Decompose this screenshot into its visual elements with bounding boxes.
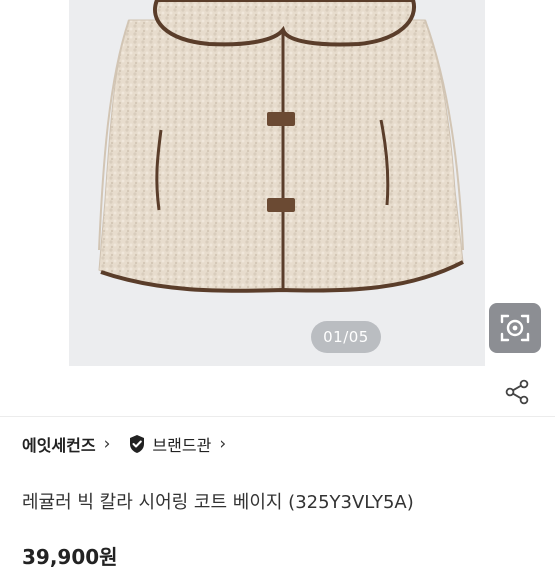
product-price: 39,900원 (22, 545, 118, 569)
product-photo (98, 0, 464, 293)
brand-store-label: 브랜드관 (152, 436, 212, 455)
shield-check-icon (128, 434, 146, 454)
section-divider (0, 416, 555, 417)
seller-link[interactable]: 에잇세컨즈 › (22, 432, 110, 456)
share-button[interactable] (501, 376, 533, 408)
shop-info-row: 에잇세컨즈 › 브랜드관 › (22, 430, 226, 458)
product-image-gallery[interactable]: 01/05 (69, 0, 485, 366)
chevron-right-icon: › (219, 434, 227, 454)
product-title: 레귤러 빅 칼라 시어링 코트 베이지 (325Y3VLY5A) (22, 492, 414, 513)
camera-lens-icon (500, 314, 530, 342)
brand-store-link[interactable]: 브랜드관 › (128, 432, 226, 456)
chevron-right-icon: › (103, 434, 111, 454)
seller-name: 에잇세컨즈 (22, 436, 96, 455)
image-search-button[interactable] (489, 303, 541, 353)
image-page-counter: 01/05 (311, 321, 381, 353)
share-icon (505, 379, 529, 405)
